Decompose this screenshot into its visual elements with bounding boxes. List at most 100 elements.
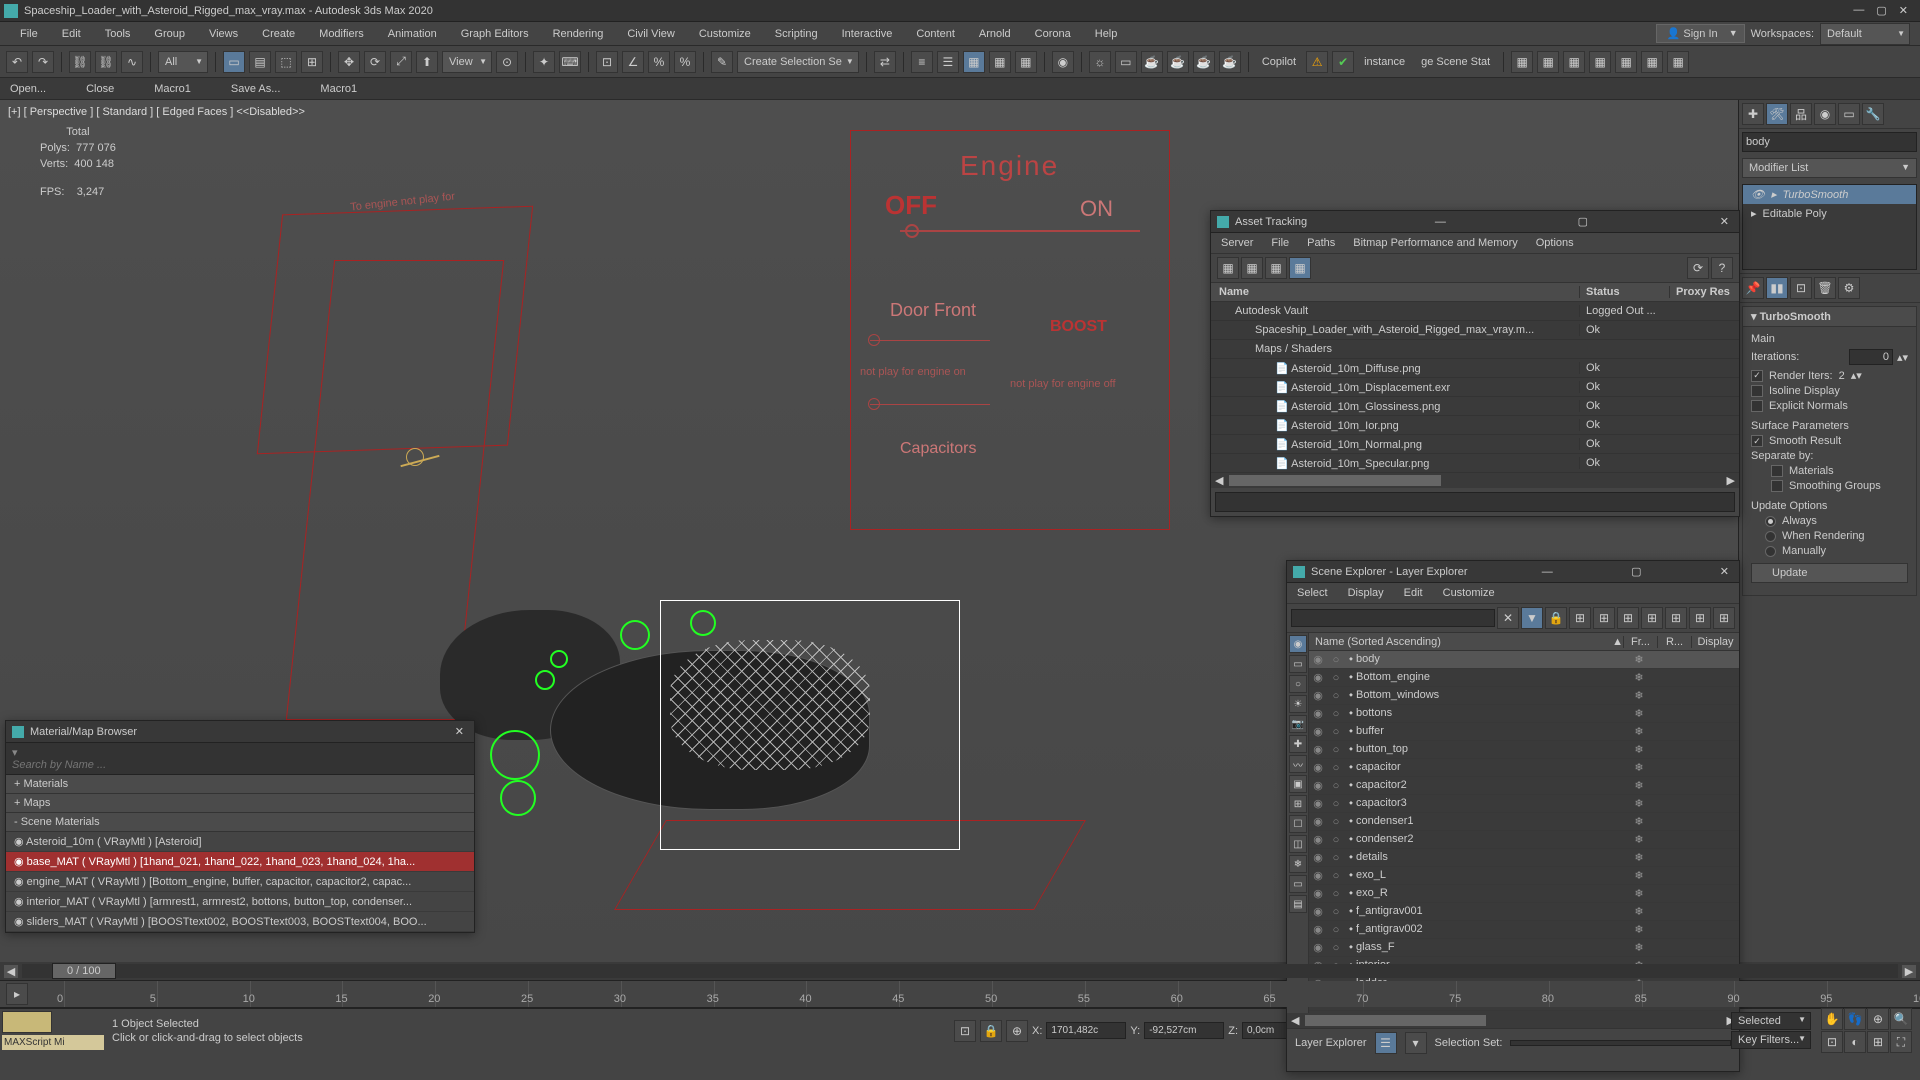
scene-row[interactable]: ◉○⬩ Bottom_engine❄ — [1309, 669, 1739, 687]
adaptive-icon[interactable]: ⊕ — [1006, 1020, 1028, 1042]
asset-menu-server[interactable]: Server — [1221, 237, 1253, 249]
motion-tab-icon[interactable]: ◉ — [1814, 103, 1836, 125]
scene-row[interactable]: ◉○⬩ f_antigrav002❄ — [1309, 921, 1739, 939]
modifier-list-dropdown[interactable]: Modifier List — [1742, 158, 1917, 178]
render-frame-icon[interactable]: ▭ — [1115, 51, 1137, 73]
scene-filter-icon[interactable]: ▼ — [1521, 607, 1543, 629]
asset-row[interactable]: Maps / Shaders — [1211, 340, 1739, 359]
nav-pan-icon[interactable]: ✋ — [1821, 1008, 1843, 1030]
scene-clear-icon[interactable]: ✕ — [1497, 607, 1519, 629]
scene-row[interactable]: ◉○⬩ exo_L❄ — [1309, 867, 1739, 885]
display-tab-icon[interactable]: ▭ — [1838, 103, 1860, 125]
unlink-icon[interactable]: ⛓ — [95, 51, 117, 73]
update-rendering-radio[interactable]: When Rendering — [1765, 530, 1908, 542]
nav-zoomall-icon[interactable]: ⊞ — [1867, 1031, 1889, 1053]
material-row[interactable]: ◉ interior_MAT ( VRayMtl ) [armrest1, ar… — [6, 892, 474, 912]
bind-icon[interactable]: ∿ — [121, 51, 143, 73]
minimize-icon[interactable]: — — [1853, 4, 1864, 17]
asset-row[interactable]: Autodesk VaultLogged Out ... — [1211, 302, 1739, 321]
render4-icon[interactable]: ☕ — [1219, 51, 1241, 73]
scene-row[interactable]: ◉○⬩ capacitor3❄ — [1309, 795, 1739, 813]
scene-row[interactable]: ◉○⬩ exo_R❄ — [1309, 885, 1739, 903]
extra3-icon[interactable]: ▦ — [1563, 51, 1585, 73]
extra6-icon[interactable]: ▦ — [1641, 51, 1663, 73]
named-sel-dropdown[interactable]: Create Selection Se — [737, 51, 859, 73]
filter-all-icon[interactable]: ◉ — [1289, 635, 1307, 653]
scene-menu-edit[interactable]: Edit — [1404, 587, 1423, 599]
scene-t4-icon[interactable]: ⊞ — [1641, 607, 1663, 629]
nav-fov-icon[interactable]: ◐ — [1844, 1031, 1866, 1053]
isolate-icon[interactable]: ⊡ — [954, 1020, 976, 1042]
filter-geometry-icon[interactable]: ▭ — [1289, 655, 1307, 673]
lock-icon[interactable]: 🔒 — [980, 1020, 1002, 1042]
asset-row[interactable]: Spaceship_Loader_with_Asteroid_Rigged_ma… — [1211, 321, 1739, 340]
smooth-result-check[interactable]: ✓ — [1751, 435, 1763, 447]
time-next-icon[interactable]: ▶ — [1902, 965, 1916, 978]
menu-content[interactable]: Content — [904, 22, 967, 45]
viewport-label[interactable]: [+] [ Perspective ] [ Standard ] [ Edged… — [8, 106, 305, 118]
keyboard-icon[interactable]: ⌨ — [559, 51, 581, 73]
select-rect-icon[interactable]: ⬚ — [275, 51, 297, 73]
selection-set-dropdown[interactable] — [1510, 1040, 1731, 1046]
material-editor-icon[interactable]: ◉ — [1052, 51, 1074, 73]
scene-row[interactable]: ◉○⬩ details❄ — [1309, 849, 1739, 867]
render3-icon[interactable]: ☕ — [1193, 51, 1215, 73]
maxscript-listener[interactable]: MAXScript Mi — [2, 1035, 104, 1050]
material-row[interactable]: ◉ Asteroid_10m ( VRayMtl ) [Asteroid] — [6, 832, 474, 852]
asset-row[interactable]: 📄 Asteroid_10m_Normal.pngOk — [1211, 435, 1739, 454]
menu-interactive[interactable]: Interactive — [830, 22, 905, 45]
menu-customize[interactable]: Customize — [687, 22, 763, 45]
workspaces-dropdown[interactable]: Default — [1820, 23, 1910, 45]
render-iters-check[interactable]: ✓ — [1751, 370, 1763, 382]
maximize-icon[interactable]: ▢ — [1876, 4, 1886, 17]
rotate-icon[interactable]: ⟳ — [364, 51, 386, 73]
filter-containers-icon[interactable]: ◫ — [1289, 835, 1307, 853]
material-browser-panel[interactable]: Material/Map Browser✕ ▾ + Materials + Ma… — [5, 720, 475, 933]
align-icon[interactable]: ≡ — [911, 51, 933, 73]
undo-icon[interactable]: ↶ — [6, 51, 28, 73]
scene-row[interactable]: ◉○⬩ Bottom_windows❄ — [1309, 687, 1739, 705]
update-button[interactable]: Update — [1751, 563, 1908, 583]
asset-menu-bitmap[interactable]: Bitmap Performance and Memory — [1353, 237, 1517, 249]
menu-corona[interactable]: Corona — [1023, 22, 1083, 45]
filter-shapes-icon[interactable]: ○ — [1289, 675, 1307, 693]
scene-menu-select[interactable]: Select — [1297, 587, 1328, 599]
scene-t7-icon[interactable]: ⊞ — [1713, 607, 1735, 629]
pin-stack-icon[interactable]: 📌 — [1742, 277, 1764, 299]
asset-help-icon[interactable]: ? — [1711, 257, 1733, 279]
scene-row[interactable]: ◉○⬩ condenser2❄ — [1309, 831, 1739, 849]
asset-menu-file[interactable]: File — [1271, 237, 1289, 249]
cat-maps[interactable]: + Maps — [6, 794, 474, 813]
asset-refresh-icon[interactable]: ⟳ — [1687, 257, 1709, 279]
trackbar-keys-icon[interactable]: ▸ — [6, 983, 28, 1005]
material-row[interactable]: ◉ base_MAT ( VRayMtl ) [1hand_021, 1hand… — [6, 852, 474, 872]
extra2-icon[interactable]: ▦ — [1537, 51, 1559, 73]
scenestat-label[interactable]: ge Scene Stat — [1415, 56, 1496, 68]
select-name-icon[interactable]: ▤ — [249, 51, 271, 73]
extra7-icon[interactable]: ▦ — [1667, 51, 1689, 73]
quick-open[interactable]: Open... — [10, 83, 46, 95]
extra5-icon[interactable]: ▦ — [1615, 51, 1637, 73]
filter-more-icon[interactable]: ▤ — [1289, 895, 1307, 913]
scene-row[interactable]: ◉○⬩ f_antigrav001❄ — [1309, 903, 1739, 921]
object-name-input[interactable] — [1742, 132, 1917, 152]
scene-menu-display[interactable]: Display — [1348, 587, 1384, 599]
scale-icon[interactable]: ⤢ — [390, 51, 412, 73]
scene-row[interactable]: ◉○⬩ capacitor2❄ — [1309, 777, 1739, 795]
window-crossing-icon[interactable]: ⊞ — [301, 51, 323, 73]
scene-row[interactable]: ◉○⬩ capacitor❄ — [1309, 759, 1739, 777]
selection-filter-dropdown[interactable]: All — [158, 51, 208, 73]
make-unique-icon[interactable]: ⊡ — [1790, 277, 1812, 299]
explicit-normals-check[interactable] — [1751, 400, 1763, 412]
utilities-tab-icon[interactable]: 🔧 — [1862, 103, 1884, 125]
close-icon[interactable]: ✕ — [1899, 4, 1908, 17]
asset-table-header[interactable]: Name Status Proxy Res — [1211, 283, 1739, 302]
asset-tool3-icon[interactable]: ▦ — [1265, 257, 1287, 279]
isoline-check[interactable] — [1751, 385, 1763, 397]
asset-row[interactable]: 📄 Asteroid_10m_Specular.pngOk — [1211, 454, 1739, 473]
redo-icon[interactable]: ↷ — [32, 51, 54, 73]
layer-icon[interactable]: ☰ — [937, 51, 959, 73]
modifier-stack[interactable]: 👁▸TurboSmooth ▸Editable Poly — [1742, 184, 1917, 270]
modifier-turbosmooth[interactable]: 👁▸TurboSmooth — [1743, 185, 1916, 204]
asset-find-input[interactable] — [1215, 492, 1735, 512]
